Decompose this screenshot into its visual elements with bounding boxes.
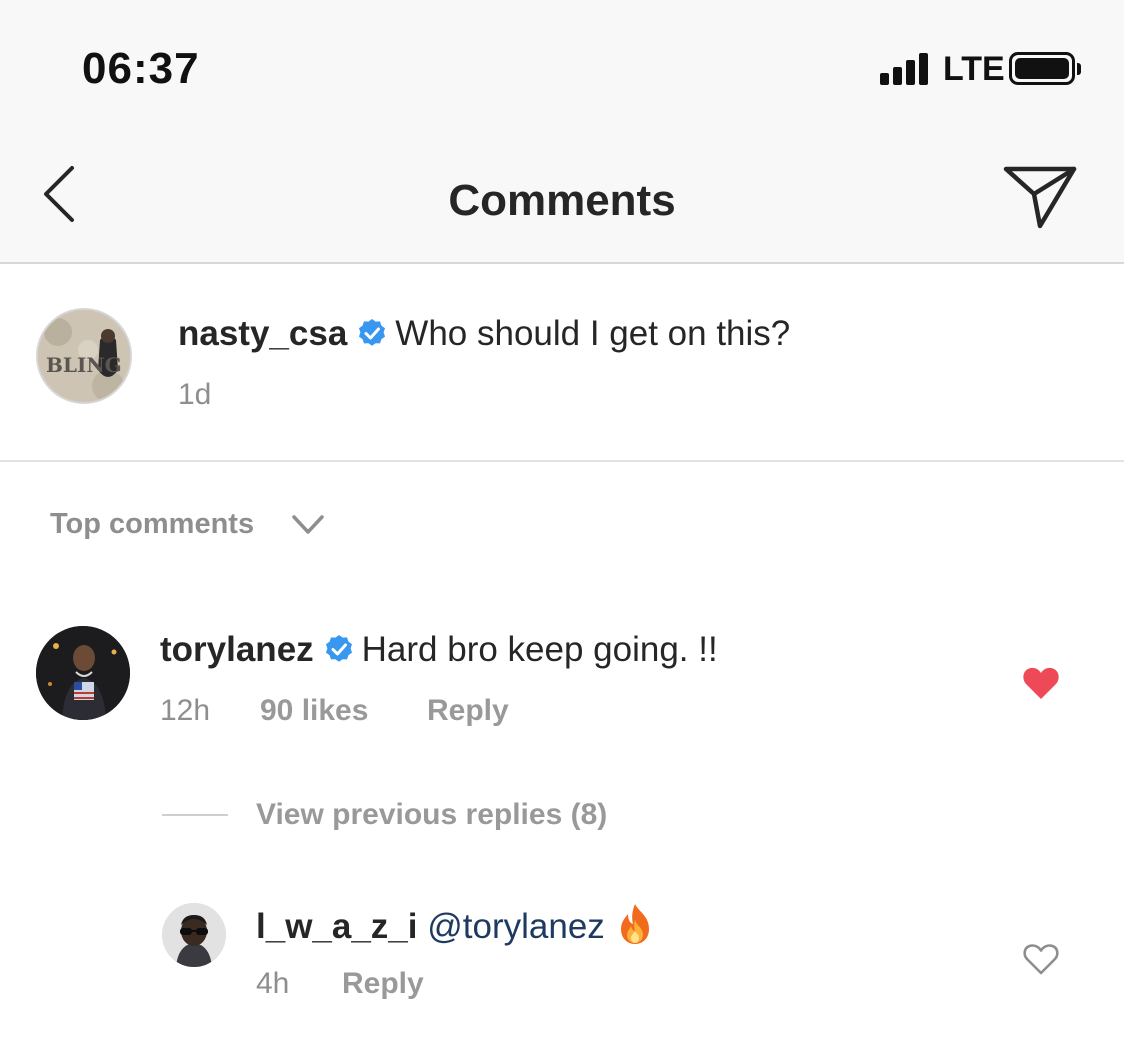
caption-text: Who should I get on this? — [395, 314, 791, 353]
avatar-image: BLING — [38, 310, 130, 402]
status-time: 06:37 — [82, 44, 200, 93]
comment-text: Hard bro keep going. !! — [361, 630, 718, 669]
reply-timestamp: 4h — [256, 967, 290, 1000]
verified-badge-icon — [359, 319, 386, 346]
username[interactable]: nasty_csa — [178, 314, 347, 353]
battery-icon — [1009, 52, 1075, 85]
avatar[interactable]: BLING — [36, 308, 132, 404]
avatar[interactable] — [162, 903, 226, 967]
username[interactable]: torylanez — [160, 630, 314, 669]
likes-count[interactable]: 90 likes — [260, 694, 368, 728]
divider — [162, 814, 228, 816]
svg-text:BLING: BLING — [46, 353, 122, 377]
reply-text-line: l_w_a_z_i @torylanez — [256, 902, 655, 947]
avatar-image — [162, 903, 226, 967]
avatar[interactable] — [36, 626, 130, 720]
mention-link[interactable]: @torylanez — [427, 907, 605, 946]
caption-timestamp: 1d — [178, 378, 212, 411]
reply-button[interactable]: Reply — [427, 694, 509, 728]
username[interactable]: l_w_a_z_i — [256, 907, 418, 946]
heart-outline-icon[interactable] — [1022, 942, 1060, 976]
comment-timestamp: 12h — [160, 694, 211, 727]
signal-icon — [880, 53, 934, 85]
sort-label[interactable]: Top comments — [50, 508, 254, 541]
view-replies-button[interactable]: View previous replies (8) — [256, 798, 607, 832]
reply-button[interactable]: Reply — [342, 967, 424, 1001]
caption: BLING nasty_csa Who should I get on this?… — [0, 266, 1124, 462]
heart-filled-icon[interactable] — [1022, 666, 1060, 700]
header: 06:37 LTE Comments — [0, 0, 1124, 264]
avatar-image — [36, 626, 130, 720]
fire-emoji — [620, 904, 649, 944]
chevron-down-icon[interactable] — [290, 512, 326, 538]
comment-text-line: torylanez Hard bro keep going. !! — [160, 630, 718, 670]
page-title: Comments — [448, 176, 676, 225]
share-button[interactable] — [1000, 160, 1082, 232]
verified-badge-icon — [325, 635, 352, 662]
caption-text-line: nasty_csa Who should I get on this? — [178, 314, 790, 354]
send-icon — [1003, 166, 1077, 229]
network-label: LTE — [943, 50, 1005, 88]
